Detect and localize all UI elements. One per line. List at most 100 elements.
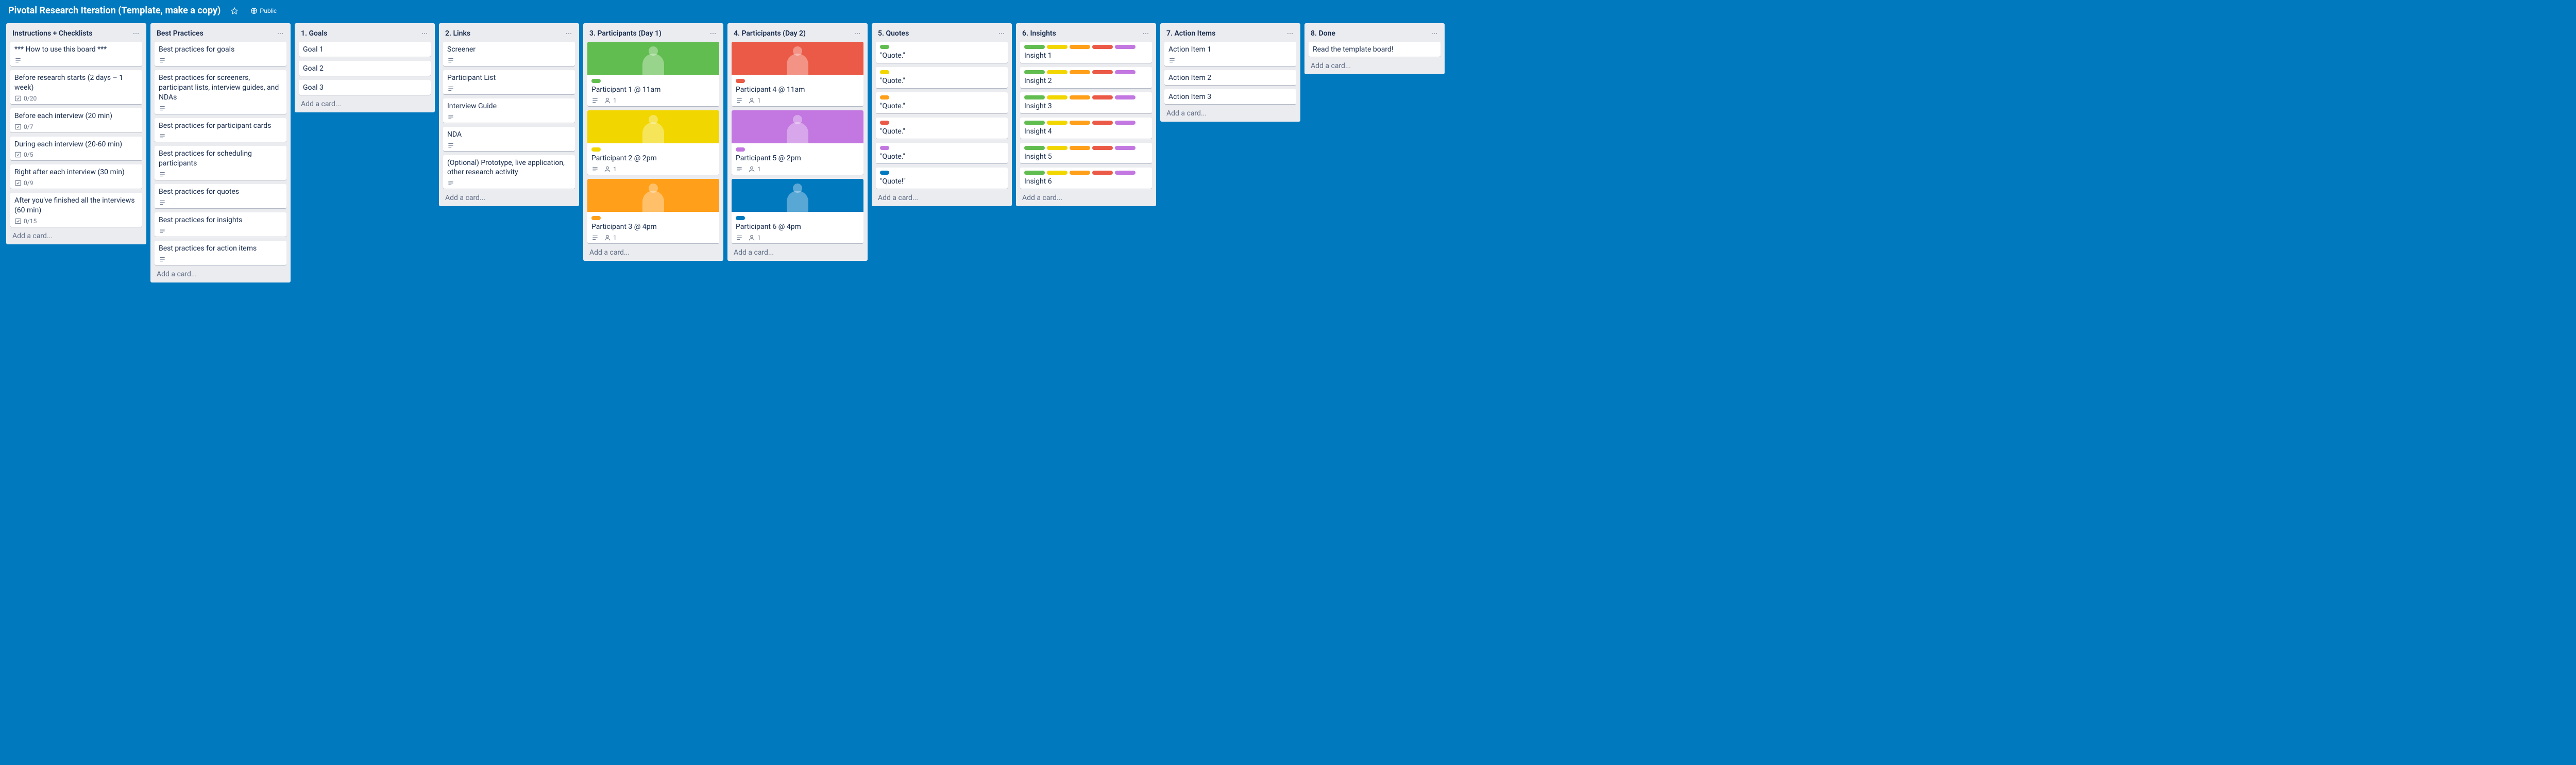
card[interactable]: Goal 3 — [299, 80, 431, 95]
add-card-button[interactable]: Add a card... — [295, 96, 435, 112]
list-title[interactable]: 6. Insights — [1022, 29, 1056, 38]
label-red[interactable] — [1092, 95, 1113, 99]
add-card-button[interactable]: Add a card... — [439, 190, 579, 206]
card[interactable]: Insight 6 — [1020, 168, 1152, 189]
label-red[interactable] — [736, 79, 745, 83]
label-purple[interactable] — [880, 146, 889, 150]
card[interactable]: Before each interview (20 min)0/7 — [10, 108, 142, 132]
card[interactable]: NDA — [443, 127, 575, 151]
label-blue[interactable] — [880, 171, 889, 175]
card[interactable]: (Optional) Prototype, live application, … — [443, 155, 575, 189]
label-orange[interactable] — [1070, 70, 1090, 74]
list-menu-button[interactable] — [274, 27, 286, 40]
label-green[interactable] — [880, 45, 889, 49]
list-menu-button[interactable] — [1284, 27, 1296, 40]
label-orange[interactable] — [1070, 121, 1090, 125]
card[interactable]: Insight 4 — [1020, 118, 1152, 139]
list-title[interactable]: 5. Quotes — [878, 29, 909, 38]
card[interactable]: *** How to use this board *** — [10, 42, 142, 66]
label-orange[interactable] — [1070, 45, 1090, 49]
card[interactable]: Best practices for screeners, participan… — [155, 70, 286, 114]
card[interactable]: Best practices for action items — [155, 241, 286, 265]
card[interactable]: Action Item 1 — [1164, 42, 1296, 66]
card[interactable]: Insight 2 — [1020, 67, 1152, 88]
label-yellow[interactable] — [1047, 121, 1067, 125]
list-menu-button[interactable] — [418, 27, 431, 40]
label-purple[interactable] — [1115, 70, 1136, 74]
add-card-button[interactable]: Add a card... — [872, 190, 1012, 206]
card[interactable]: Best practices for scheduling participan… — [155, 146, 286, 180]
label-purple[interactable] — [1115, 95, 1136, 99]
list-menu-button[interactable] — [1428, 27, 1440, 40]
label-yellow[interactable] — [591, 147, 601, 152]
star-button[interactable] — [227, 5, 242, 16]
card[interactable]: Interview Guide — [443, 98, 575, 123]
label-yellow[interactable] — [1047, 45, 1067, 49]
label-purple[interactable] — [736, 147, 745, 152]
card[interactable]: "Quote." — [876, 118, 1008, 139]
label-red[interactable] — [1092, 121, 1113, 125]
label-green[interactable] — [591, 79, 601, 83]
card[interactable]: During each interview (20-60 min)0/5 — [10, 137, 142, 161]
card[interactable]: Best practices for participant cards — [155, 118, 286, 142]
card[interactable]: Before research starts (2 days – 1 week)… — [10, 70, 142, 104]
label-yellow[interactable] — [1047, 146, 1067, 150]
label-green[interactable] — [1024, 121, 1045, 125]
card[interactable]: Best practices for goals — [155, 42, 286, 66]
label-orange[interactable] — [591, 216, 601, 220]
visibility-button[interactable]: Public — [246, 5, 281, 16]
list-title[interactable]: 4. Participants (Day 2) — [734, 29, 806, 38]
list-menu-button[interactable] — [563, 27, 575, 40]
card[interactable]: "Quote." — [876, 143, 1008, 164]
label-purple[interactable] — [1115, 121, 1136, 125]
card[interactable]: Read the template board! — [1309, 42, 1440, 57]
card[interactable]: "Quote!" — [876, 168, 1008, 189]
label-orange[interactable] — [1070, 146, 1090, 150]
add-card-button[interactable]: Add a card... — [6, 228, 146, 244]
label-green[interactable] — [1024, 146, 1045, 150]
label-blue[interactable] — [736, 216, 745, 220]
card[interactable]: Participant 6 @ 4pm1 — [732, 179, 863, 243]
list-title[interactable]: 7. Action Items — [1166, 29, 1215, 38]
label-green[interactable] — [1024, 95, 1045, 99]
card[interactable]: Screener — [443, 42, 575, 66]
list-menu-button[interactable] — [1140, 27, 1152, 40]
label-purple[interactable] — [1115, 146, 1136, 150]
card[interactable]: Goal 1 — [299, 42, 431, 57]
card[interactable]: Participant 2 @ 2pm1 — [587, 110, 719, 175]
label-red[interactable] — [1092, 45, 1113, 49]
card[interactable]: Participant 5 @ 2pm1 — [732, 110, 863, 175]
list-menu-button[interactable] — [851, 27, 863, 40]
label-yellow[interactable] — [1047, 70, 1067, 74]
card[interactable]: Goal 2 — [299, 61, 431, 76]
label-orange[interactable] — [1070, 95, 1090, 99]
list-title[interactable]: Instructions + Checklists — [12, 29, 92, 38]
card[interactable]: After you've finished all the interviews… — [10, 193, 142, 227]
list-title[interactable]: 3. Participants (Day 1) — [589, 29, 662, 38]
list-title[interactable]: 1. Goals — [301, 29, 327, 38]
label-yellow[interactable] — [1047, 95, 1067, 99]
label-purple[interactable] — [1115, 171, 1136, 175]
add-card-button[interactable]: Add a card... — [1160, 105, 1300, 122]
card[interactable]: Participant 4 @ 11am1 — [732, 42, 863, 106]
label-red[interactable] — [1092, 70, 1113, 74]
card[interactable]: Right after each interview (30 min)0/9 — [10, 164, 142, 189]
add-card-button[interactable]: Add a card... — [1304, 58, 1445, 74]
list-title[interactable]: 8. Done — [1311, 29, 1335, 38]
label-green[interactable] — [1024, 45, 1045, 49]
label-green[interactable] — [1024, 70, 1045, 74]
card[interactable]: Action Item 2 — [1164, 70, 1296, 85]
card[interactable]: Participant 1 @ 11am1 — [587, 42, 719, 106]
list-menu-button[interactable] — [130, 27, 142, 40]
card[interactable]: Participant 3 @ 4pm1 — [587, 179, 719, 243]
card[interactable]: "Quote." — [876, 42, 1008, 63]
label-purple[interactable] — [1115, 45, 1136, 49]
list-menu-button[interactable] — [707, 27, 719, 40]
board-title[interactable]: Pivotal Research Iteration (Template, ma… — [6, 4, 223, 17]
card[interactable]: Insight 5 — [1020, 143, 1152, 164]
list-title[interactable]: 2. Links — [445, 29, 470, 38]
label-orange[interactable] — [1070, 171, 1090, 175]
label-red[interactable] — [1092, 171, 1113, 175]
card[interactable]: "Quote." — [876, 92, 1008, 113]
add-card-button[interactable]: Add a card... — [583, 244, 723, 261]
